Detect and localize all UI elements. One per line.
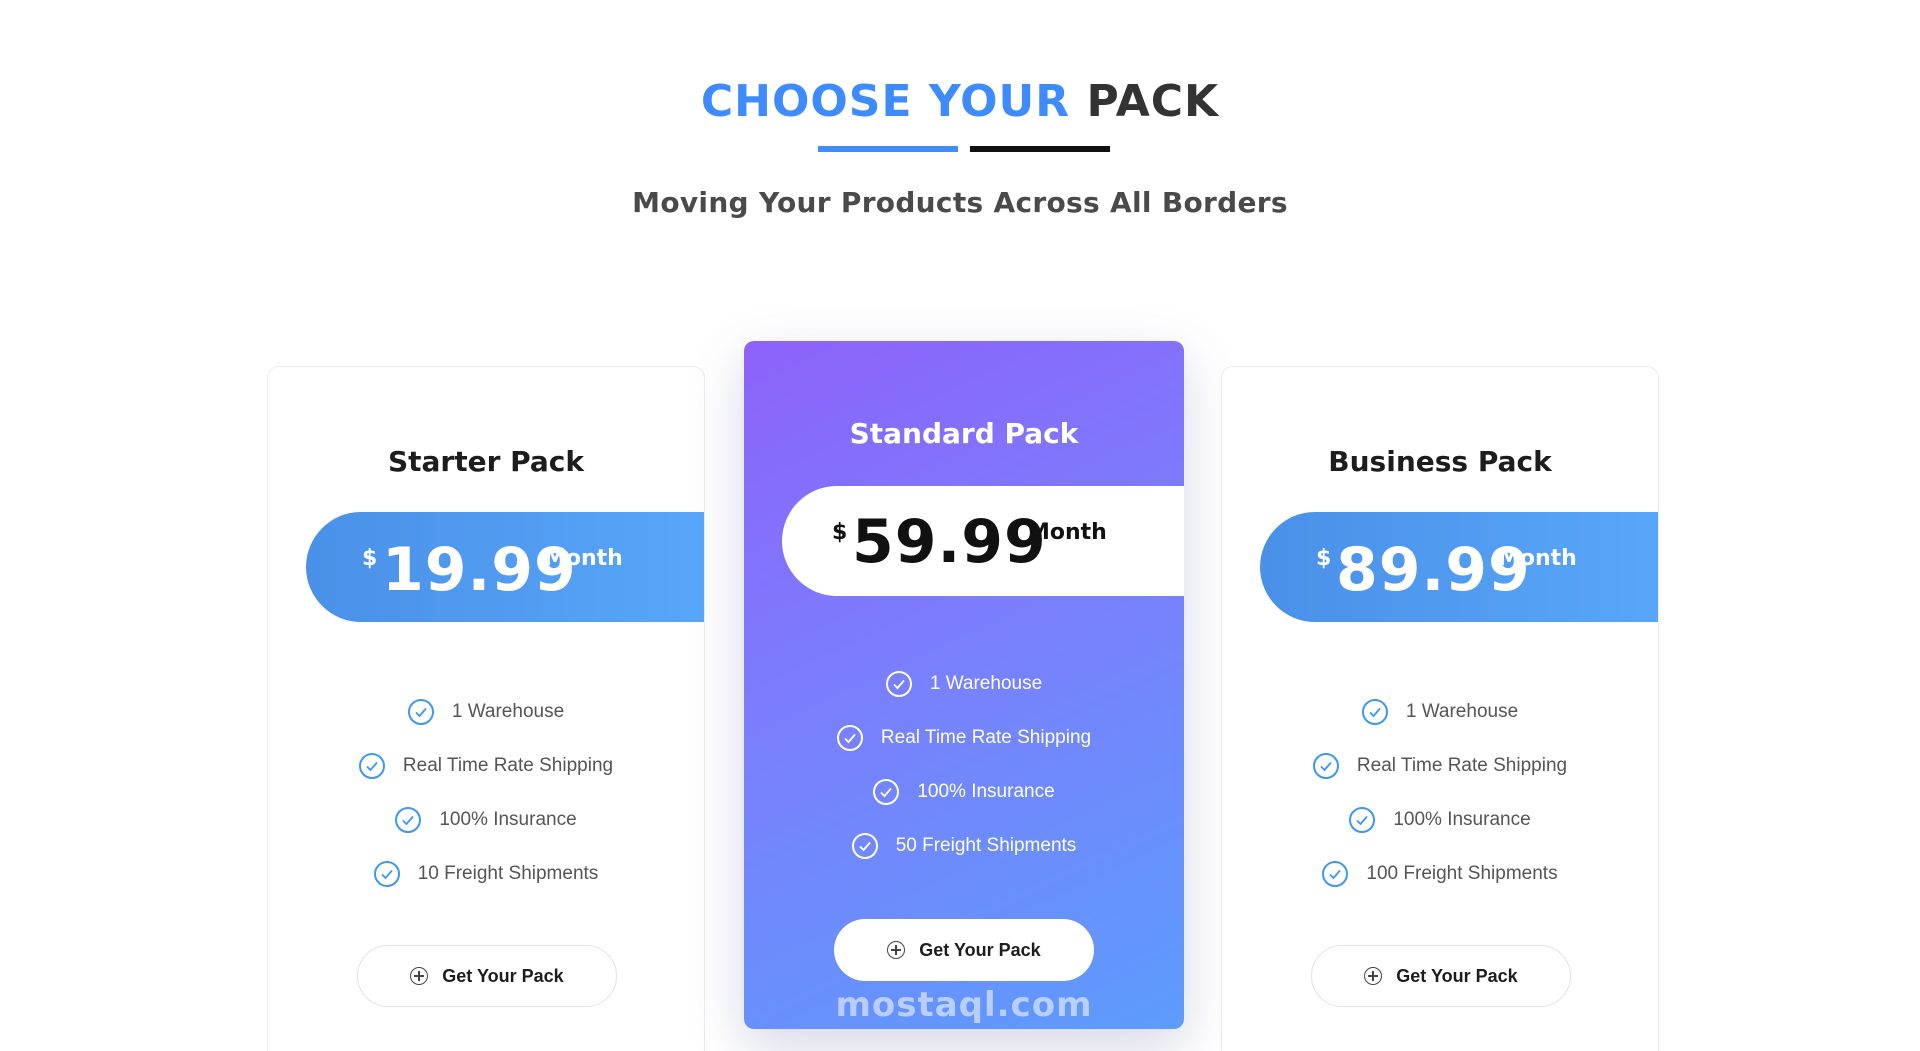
feature-item: Real Time Rate Shipping: [1222, 739, 1658, 793]
plan-name: Business Pack: [1328, 445, 1552, 478]
feature-list: 1 Warehouse Real Time Rate Shipping 100%…: [1222, 685, 1658, 901]
feature-label: 100 Freight Shipments: [1366, 863, 1558, 884]
price-currency: $: [832, 520, 848, 545]
check-circle-icon: [836, 725, 863, 751]
title-underline-blue: [818, 146, 958, 152]
price-period: Month: [1028, 520, 1107, 545]
feature-label: 10 Freight Shipments: [417, 863, 599, 884]
plus-circle-icon: [887, 941, 906, 959]
feature-label: 1 Warehouse: [929, 673, 1043, 694]
price-currency: $: [1316, 546, 1332, 571]
price-period: Month: [544, 546, 623, 571]
check-circle-icon: [358, 753, 385, 779]
feature-item: 100% Insurance: [1222, 793, 1658, 847]
get-your-pack-button[interactable]: Get Your Pack: [1311, 945, 1571, 1007]
plan-name: Standard Pack: [849, 417, 1079, 450]
get-your-pack-button[interactable]: Get Your Pack: [357, 945, 617, 1007]
get-your-pack-button[interactable]: Get Your Pack: [834, 919, 1094, 981]
check-circle-icon: [1312, 753, 1339, 779]
plan-name: Starter Pack: [387, 445, 585, 478]
check-circle-icon: [1349, 807, 1376, 833]
feature-label: Real Time Rate Shipping: [402, 755, 614, 776]
title-underline-dark: [970, 146, 1110, 152]
feature-item: 50 Freight Shipments: [744, 819, 1184, 873]
feature-label: 100% Insurance: [439, 809, 577, 830]
feature-item: 1 Warehouse: [268, 685, 704, 739]
check-circle-icon: [373, 861, 400, 887]
cta-label: Get Your Pack: [919, 939, 1041, 960]
check-circle-icon: [1322, 861, 1349, 887]
feature-item: Real Time Rate Shipping: [268, 739, 704, 793]
pricing-card-starter: Starter Pack $ 19.99 Month 1 Warehouse R…: [267, 366, 705, 1051]
pricing-page: CHOOSE YOUR PACK Moving Your Products Ac…: [0, 0, 1920, 1051]
check-circle-icon: [873, 779, 900, 805]
check-circle-icon: [851, 833, 878, 859]
feature-item: 1 Warehouse: [1222, 685, 1658, 739]
feature-item: 1 Warehouse: [744, 657, 1184, 711]
section-subtitle: Moving Your Products Across All Borders: [632, 186, 1288, 219]
price-badge: $ 89.99 Month: [1260, 512, 1658, 622]
feature-item: 100% Insurance: [268, 793, 704, 847]
feature-label: 100% Insurance: [1393, 809, 1531, 830]
pricing-card-business: Business Pack $ 89.99 Month 1 Warehouse …: [1221, 366, 1659, 1051]
check-circle-icon: [407, 699, 434, 725]
feature-label: 100% Insurance: [917, 781, 1055, 802]
feature-label: 1 Warehouse: [1405, 701, 1519, 722]
feature-label: Real Time Rate Shipping: [880, 727, 1092, 748]
section-title-rest: PACK: [1086, 76, 1220, 127]
price-amount: 59.99: [852, 507, 1047, 577]
feature-item: 100% Insurance: [744, 765, 1184, 819]
check-circle-icon: [395, 807, 422, 833]
feature-item: 10 Freight Shipments: [268, 847, 704, 901]
feature-label: 1 Warehouse: [451, 701, 565, 722]
price-period: Month: [1498, 546, 1577, 571]
feature-item: 100 Freight Shipments: [1222, 847, 1658, 901]
section-title-accent: CHOOSE YOUR: [700, 76, 1071, 127]
plus-circle-icon: [1364, 967, 1383, 985]
price-badge: $ 59.99 Month: [782, 486, 1184, 596]
cta-label: Get Your Pack: [1396, 965, 1518, 986]
check-circle-icon: [885, 671, 912, 697]
section-title: CHOOSE YOUR PACK: [0, 74, 1920, 130]
feature-list: 1 Warehouse Real Time Rate Shipping 100%…: [744, 657, 1184, 873]
feature-list: 1 Warehouse Real Time Rate Shipping 100%…: [268, 685, 704, 901]
price-badge: $ 19.99 Month: [306, 512, 704, 622]
plus-circle-icon: [410, 967, 429, 985]
cta-label: Get Your Pack: [442, 965, 564, 986]
price-currency: $: [362, 546, 378, 571]
feature-label: Real Time Rate Shipping: [1356, 755, 1568, 776]
feature-label: 50 Freight Shipments: [895, 835, 1077, 856]
pricing-card-standard: Standard Pack $ 59.99 Month 1 Warehouse …: [744, 341, 1184, 1029]
check-circle-icon: [1361, 699, 1388, 725]
feature-item: Real Time Rate Shipping: [744, 711, 1184, 765]
